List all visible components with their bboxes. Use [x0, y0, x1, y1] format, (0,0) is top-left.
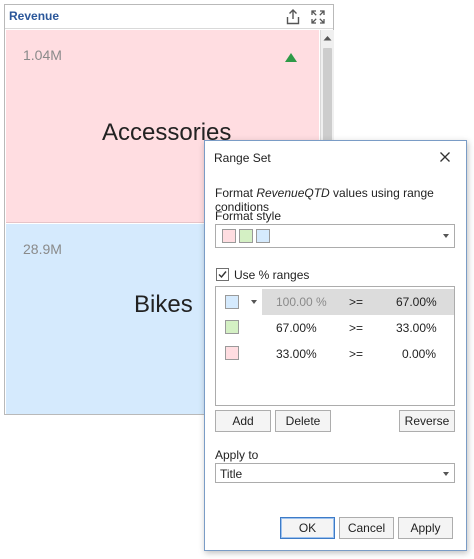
apply-to-value: Title	[220, 467, 243, 481]
range-color-swatch[interactable]	[225, 346, 239, 360]
format-style-combo[interactable]	[215, 224, 455, 248]
swatch-green	[239, 229, 253, 243]
apply-button[interactable]: Apply	[398, 517, 453, 539]
use-percent-ranges-label[interactable]: Use % ranges	[234, 268, 309, 282]
range-operator[interactable]: >=	[349, 321, 363, 335]
add-button[interactable]: Add	[215, 410, 271, 432]
card-value: 28.9M	[23, 241, 62, 257]
maximize-icon[interactable]	[309, 8, 327, 26]
close-icon[interactable]	[437, 149, 453, 165]
reverse-button[interactable]: Reverse	[399, 410, 455, 432]
apply-to-combo[interactable]: Title	[215, 463, 455, 483]
range-color-swatch[interactable]	[225, 320, 239, 334]
panel-title: Revenue	[9, 9, 60, 23]
checkmark-icon	[218, 271, 227, 279]
range-operator[interactable]: >=	[349, 295, 363, 309]
chevron-down-icon[interactable]	[251, 300, 257, 304]
range-from[interactable]: 33.00%	[276, 347, 317, 361]
card-title: Bikes	[134, 291, 193, 318]
apply-to-label: Apply to	[215, 448, 259, 462]
range-from[interactable]: 100.00 %	[276, 295, 327, 309]
range-color-swatch[interactable]	[225, 295, 239, 309]
range-set-dialog: Range Set Format RevenueQTD values using…	[204, 140, 467, 551]
chevron-down-icon[interactable]	[443, 472, 449, 476]
format-style-label: Format style	[215, 209, 282, 223]
ok-button[interactable]: OK	[280, 517, 335, 539]
export-icon[interactable]	[284, 8, 302, 26]
chevron-down-icon[interactable]	[443, 234, 449, 238]
range-from[interactable]: 67.00%	[276, 321, 317, 335]
delete-button[interactable]: Delete	[275, 410, 331, 432]
range-to[interactable]: 67.00%	[396, 295, 437, 309]
swatch-pink	[222, 229, 236, 243]
chevron-up-icon[interactable]	[321, 30, 334, 46]
range-operator[interactable]: >=	[349, 347, 363, 361]
range-to[interactable]: 33.00%	[396, 321, 437, 335]
range-row[interactable]: 100.00 % >= 67.00%	[216, 289, 454, 315]
card-value: 1.04M	[23, 47, 62, 63]
range-to[interactable]: 0.00%	[402, 347, 436, 361]
range-list: 100.00 % >= 67.00% 67.00% >= 33.00% 33.0…	[215, 286, 455, 406]
cancel-button[interactable]: Cancel	[339, 517, 394, 539]
use-percent-ranges-checkbox[interactable]	[216, 268, 229, 281]
measure-name: RevenueQTD	[256, 186, 330, 200]
range-row[interactable]: 33.00% >= 0.00%	[216, 341, 454, 367]
swatch-blue	[256, 229, 270, 243]
range-row[interactable]: 67.00% >= 33.00%	[216, 315, 454, 341]
panel-header: Revenue	[5, 5, 333, 29]
dialog-title: Range Set	[214, 151, 271, 165]
triangle-up-icon	[285, 53, 297, 62]
